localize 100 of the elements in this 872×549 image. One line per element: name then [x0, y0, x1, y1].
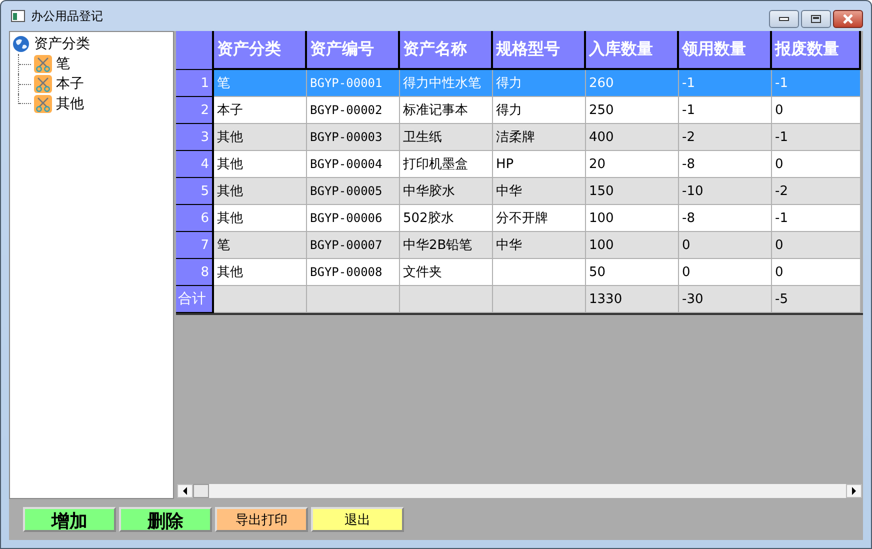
minimize-button[interactable] — [769, 10, 799, 28]
table-cell: BGYP-00001 — [307, 70, 400, 97]
row-number: 5 — [176, 178, 214, 205]
total-cell: 1330 — [586, 286, 679, 313]
row-number: 7 — [176, 232, 214, 259]
table-cell: 0 — [772, 259, 861, 286]
table-cell: 其他 — [214, 124, 307, 151]
table-cell: 50 — [586, 259, 679, 286]
row-number: 8 — [176, 259, 214, 286]
table-cell: 502胶水 — [400, 205, 493, 232]
left-arrow-icon — [182, 487, 188, 495]
minimize-icon — [779, 17, 789, 21]
globe-icon — [12, 35, 30, 53]
table-cell: 中华 — [493, 178, 586, 205]
table-cell: 20 — [586, 151, 679, 178]
table-row[interactable]: 8 其他 BGYP-00008 文件夹 50 0 0 — [176, 259, 863, 286]
table-cell: -2 — [679, 124, 772, 151]
close-button[interactable] — [833, 10, 863, 28]
row-number: 4 — [176, 151, 214, 178]
tree-item[interactable]: 笔 — [56, 55, 70, 73]
table-cell: 笔 — [214, 232, 307, 259]
total-cell: -5 — [772, 286, 861, 313]
table-cell: BGYP-00003 — [307, 124, 400, 151]
table-cell: BGYP-00006 — [307, 205, 400, 232]
table-cell: 打印机墨盒 — [400, 151, 493, 178]
total-cell: -30 — [679, 286, 772, 313]
table-cell: BGYP-00002 — [307, 97, 400, 124]
table-cell: 260 — [586, 70, 679, 97]
table-row[interactable]: 2 本子 BGYP-00002 标准记事本 得力 250 -1 0 — [176, 97, 863, 124]
table-cell: -1 — [772, 70, 861, 97]
table-cell: BGYP-00008 — [307, 259, 400, 286]
table-cell: BGYP-00005 — [307, 178, 400, 205]
row-number: 6 — [176, 205, 214, 232]
table-cell: 卫生纸 — [400, 124, 493, 151]
table-cell: 得力 — [493, 70, 586, 97]
tree-item[interactable]: 本子 — [56, 75, 84, 93]
table-cell: 标准记事本 — [400, 97, 493, 124]
table-cell: HP — [493, 151, 586, 178]
maximize-icon — [811, 15, 821, 23]
table-cell: -8 — [679, 205, 772, 232]
maximize-button[interactable] — [801, 10, 831, 28]
table-cell: 100 — [586, 205, 679, 232]
table-row[interactable]: 3 其他 BGYP-00003 卫生纸 洁柔牌 400 -2 -1 — [176, 124, 863, 151]
table-cell: 笔 — [214, 70, 307, 97]
table-cell: -1 — [772, 124, 861, 151]
table-row[interactable]: 5 其他 BGYP-00005 中华胶水 中华 150 -10 -2 — [176, 178, 863, 205]
table-cell: 得力 — [493, 97, 586, 124]
corner-header — [176, 31, 214, 70]
table-cell: 400 — [586, 124, 679, 151]
row-number: 3 — [176, 124, 214, 151]
table-cell: 得力中性水笔 — [400, 70, 493, 97]
scissors-icon — [34, 95, 52, 113]
table-row[interactable]: 4 其他 BGYP-00004 打印机墨盒 HP 20 -8 0 — [176, 151, 863, 178]
table-row[interactable]: 6 其他 BGYP-00006 502胶水 分不开牌 100 -8 -1 — [176, 205, 863, 232]
table-cell: 0 — [772, 97, 861, 124]
table-cell: 本子 — [214, 97, 307, 124]
scissors-icon — [34, 55, 52, 73]
table-cell: 250 — [586, 97, 679, 124]
table-cell: 其他 — [214, 205, 307, 232]
table-cell: 0 — [679, 259, 772, 286]
window-title: 办公用品登记 — [31, 8, 103, 24]
action-button[interactable]: 退出 — [311, 507, 404, 532]
table-cell: 0 — [679, 232, 772, 259]
table-cell: 中华胶水 — [400, 178, 493, 205]
table-cell: 100 — [586, 232, 679, 259]
table-cell: 文件夹 — [400, 259, 493, 286]
table-cell: 分不开牌 — [493, 205, 586, 232]
scissors-icon — [34, 75, 52, 93]
window-icon — [11, 10, 25, 22]
table-cell: -1 — [679, 97, 772, 124]
table-cell: BGYP-00007 — [307, 232, 400, 259]
table-cell: -1 — [772, 205, 861, 232]
table-row[interactable]: 7 笔 BGYP-00007 中华2B铅笔 中华 100 0 0 — [176, 232, 863, 259]
action-button[interactable]: 导出打印 — [215, 507, 308, 532]
row-number: 2 — [176, 97, 214, 124]
table-cell: -8 — [679, 151, 772, 178]
table-cell: 150 — [586, 178, 679, 205]
action-button[interactable]: 增加 — [23, 507, 116, 532]
table-cell: -1 — [679, 70, 772, 97]
action-button[interactable]: 删除 — [119, 507, 212, 532]
table-cell: -2 — [772, 178, 861, 205]
table-cell: 其他 — [214, 178, 307, 205]
total-label: 合计 — [176, 286, 214, 313]
scroll-right-button[interactable] — [846, 484, 862, 498]
close-icon — [842, 14, 854, 24]
table-cell: BGYP-00004 — [307, 151, 400, 178]
scroll-left-button[interactable] — [177, 484, 193, 498]
table-cell: 洁柔牌 — [493, 124, 586, 151]
table-cell: 中华2B铅笔 — [400, 232, 493, 259]
tree-item[interactable]: 资产分类 — [34, 35, 90, 53]
right-arrow-icon — [851, 487, 857, 495]
table-cell: 中华 — [493, 232, 586, 259]
table-cell: 0 — [772, 151, 861, 178]
scroll-thumb[interactable] — [193, 484, 209, 498]
row-number: 1 — [176, 70, 214, 97]
horizontal-scrollbar[interactable] — [176, 483, 863, 499]
tree-item[interactable]: 其他 — [56, 95, 84, 113]
table-cell: -10 — [679, 178, 772, 205]
table-cell: 其他 — [214, 151, 307, 178]
table-cell: 其他 — [214, 259, 307, 286]
